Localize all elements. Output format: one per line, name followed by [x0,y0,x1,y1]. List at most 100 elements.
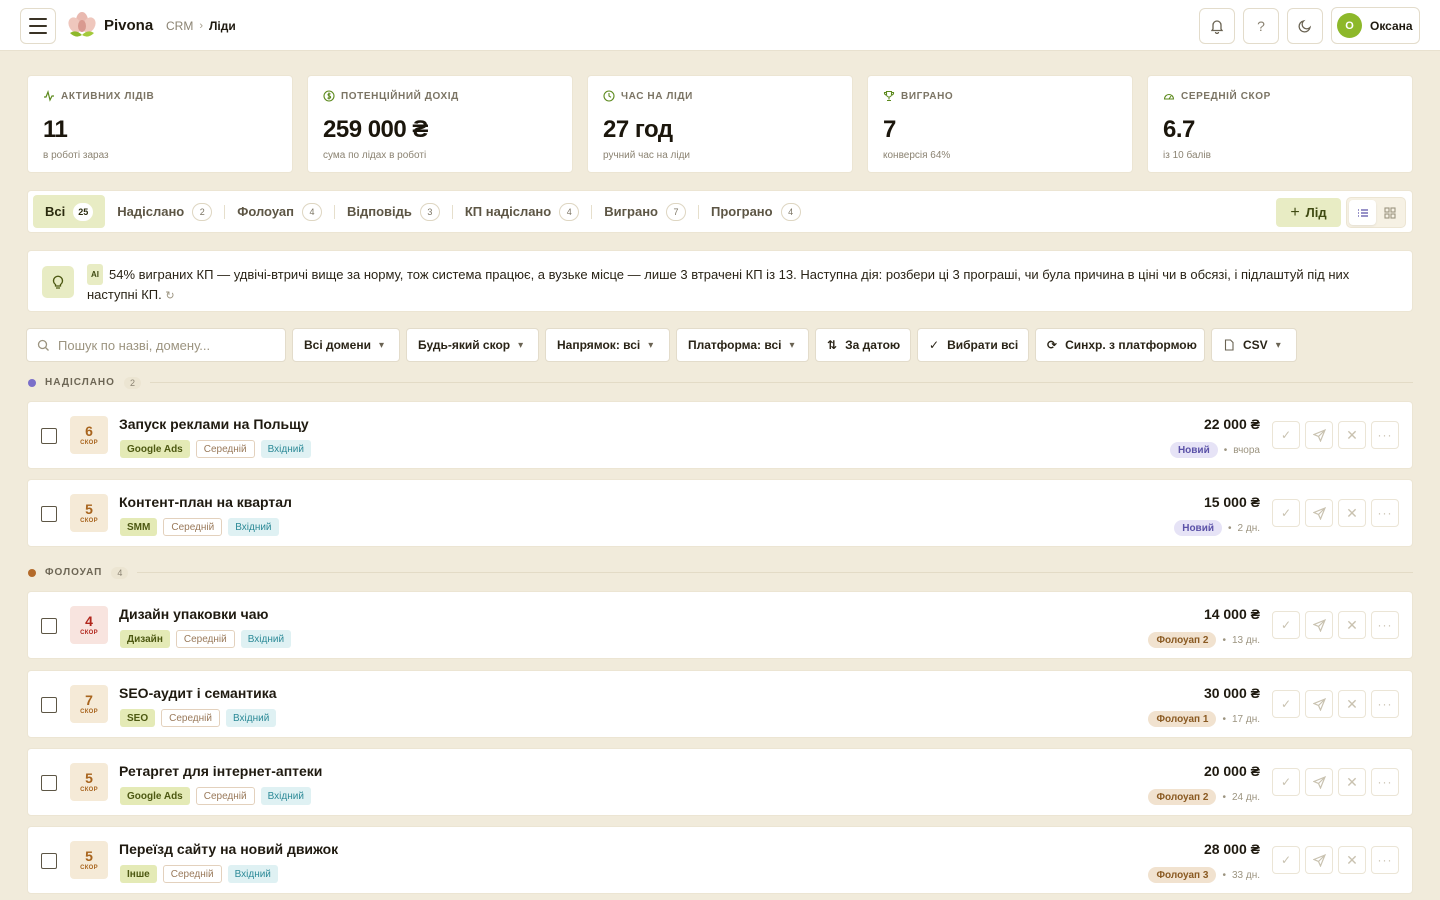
user-menu-button[interactable]: О Оксана [1331,7,1420,44]
lead-checkbox[interactable] [41,618,57,634]
stats-row: АКТИВНИХ ЛІДІВ 11 в роботі зараз ПОТЕНЦІ… [27,75,1413,173]
mark-lost-button[interactable]: ✕ [1338,846,1366,874]
lead-title[interactable]: Ретаргет для інтернет-аптеки [119,763,322,779]
filters-bar: Всі домени ▾ Будь-який скор ▾ Напрямок: … [26,328,1297,362]
lead-title[interactable]: SEO-аудит і семантика [119,685,277,701]
lead-checkbox[interactable] [41,853,57,869]
mark-won-button[interactable]: ✓ [1272,611,1300,639]
mark-won-button[interactable]: ✓ [1272,421,1300,449]
tab-reply[interactable]: Відповідь 3 [335,195,452,228]
tab-lost[interactable]: Програно 4 [699,195,813,228]
sort-by-date-button[interactable]: ⇅ За датою [815,328,911,362]
select-all-button[interactable]: ✓ Вибрати всі [917,328,1029,362]
score-badge: 5 СКОР [70,763,108,801]
check-icon: ✓ [1280,428,1292,442]
lead-row[interactable]: 5 СКОР Ретаргет для інтернет-аптеки Goog… [27,748,1413,816]
tab-count: 25 [73,202,94,221]
csv-export-dropdown[interactable]: CSV ▾ [1211,328,1297,362]
send-button[interactable] [1305,421,1333,449]
chevron-down-icon: ▾ [1275,339,1281,351]
mark-won-button[interactable]: ✓ [1272,690,1300,718]
meta-dot: • [1222,713,1226,725]
score-dropdown[interactable]: Будь-який скор ▾ [406,328,539,362]
mark-lost-button[interactable]: ✕ [1338,611,1366,639]
search-input[interactable] [58,337,258,353]
send-button[interactable] [1305,611,1333,639]
status-badge: Фолоуап 1 [1148,711,1217,727]
send-button[interactable] [1305,690,1333,718]
domain-tag: Google Ads [120,440,190,458]
peony-logo-icon[interactable] [66,11,98,41]
refresh-icon[interactable]: ↻ [165,290,174,302]
domains-dropdown[interactable]: Всі домени ▾ [292,328,400,362]
score-value: 6 [85,423,93,439]
domain-tag: SMM [120,518,158,536]
mark-won-button[interactable]: ✓ [1272,846,1300,874]
mark-won-button[interactable]: ✓ [1272,768,1300,796]
lead-title[interactable]: Контент-план на квартал [119,494,292,510]
send-button[interactable] [1305,499,1333,527]
size-tag: Середній [195,440,255,458]
lead-amount: 20 000 ₴ [1203,763,1260,779]
tab-followup[interactable]: Фолоуап 4 [225,195,334,228]
score-label: СКОР [80,787,98,793]
score-badge: 4 СКОР [70,606,108,644]
tab-won[interactable]: Виграно 7 [592,195,698,228]
platform-dropdown[interactable]: Платформа: всі ▾ [676,328,809,362]
send-button[interactable] [1305,768,1333,796]
list-view-button[interactable] [1349,200,1376,225]
stat-card-active-leads: АКТИВНИХ ЛІДІВ 11 в роботі зараз [27,75,293,173]
lead-checkbox[interactable] [41,506,57,522]
lead-checkbox[interactable] [41,775,57,791]
mark-lost-button[interactable]: ✕ [1338,690,1366,718]
check-icon: ✓ [1280,853,1292,867]
add-lead-label: Лід [1305,205,1327,220]
lead-title[interactable]: Переїзд сайту на новий движок [119,841,338,857]
breadcrumb-crm[interactable]: CRM [166,19,193,33]
more-button[interactable]: ··· [1371,690,1399,718]
lead-title[interactable]: Дизайн упаковки чаю [119,606,268,622]
score-value: 4 [85,613,93,629]
more-button[interactable]: ··· [1371,611,1399,639]
group-divider [149,382,1413,383]
top-bar: Pivona CRM › Ліди ? О Оксана [0,0,1440,51]
mark-lost-button[interactable]: ✕ [1338,421,1366,449]
theme-toggle-button[interactable] [1287,8,1323,44]
more-button[interactable]: ··· [1371,768,1399,796]
send-button[interactable] [1305,846,1333,874]
group-header: НАДІСЛАНО 2 [28,376,1413,389]
mark-lost-button[interactable]: ✕ [1338,768,1366,796]
size-tag: Середній [163,518,223,536]
notifications-button[interactable] [1199,8,1235,44]
stat-value: 27 год [603,116,673,143]
mark-lost-button[interactable]: ✕ [1338,499,1366,527]
lead-row[interactable]: 5 СКОР Контент-план на квартал SMM Серед… [27,479,1413,547]
tab-proposal-sent[interactable]: КП надіслано 4 [453,195,591,228]
lead-row[interactable]: 6 СКОР Запуск реклами на Польщу Google A… [27,401,1413,469]
dropdown-label: Напрямок: всі [557,338,641,352]
lead-row[interactable]: 7 СКОР SEO-аудит і семантика SEO Середні… [27,670,1413,738]
lead-title[interactable]: Запуск реклами на Польщу [119,416,309,432]
tab-sent[interactable]: Надіслано 2 [105,195,224,228]
mark-won-button[interactable]: ✓ [1272,499,1300,527]
more-icon: ··· [1377,697,1393,711]
lead-checkbox[interactable] [41,697,57,713]
group-color-dot [28,568,36,577]
tab-all[interactable]: Всі 25 [33,195,106,228]
send-icon [1312,697,1326,711]
menu-button[interactable] [20,8,56,44]
more-button[interactable]: ··· [1371,846,1399,874]
avatar: О [1337,13,1362,38]
lead-row[interactable]: 5 СКОР Переїзд сайту на новий движок Інш… [27,826,1413,894]
lead-row[interactable]: 4 СКОР Дизайн упаковки чаю Дизайн Середн… [27,591,1413,659]
tab-count: 2 [192,202,213,221]
more-button[interactable]: ··· [1371,499,1399,527]
search-icon [37,339,49,351]
sync-platform-button[interactable]: ⟳ Синхр. з платформою [1035,328,1205,362]
grid-view-button[interactable] [1376,200,1403,225]
lead-checkbox[interactable] [41,428,57,444]
direction-dropdown[interactable]: Напрямок: всі ▾ [545,328,670,362]
help-button[interactable]: ? [1243,8,1279,44]
add-lead-button[interactable]: + Лід [1276,198,1341,227]
more-button[interactable]: ··· [1371,421,1399,449]
